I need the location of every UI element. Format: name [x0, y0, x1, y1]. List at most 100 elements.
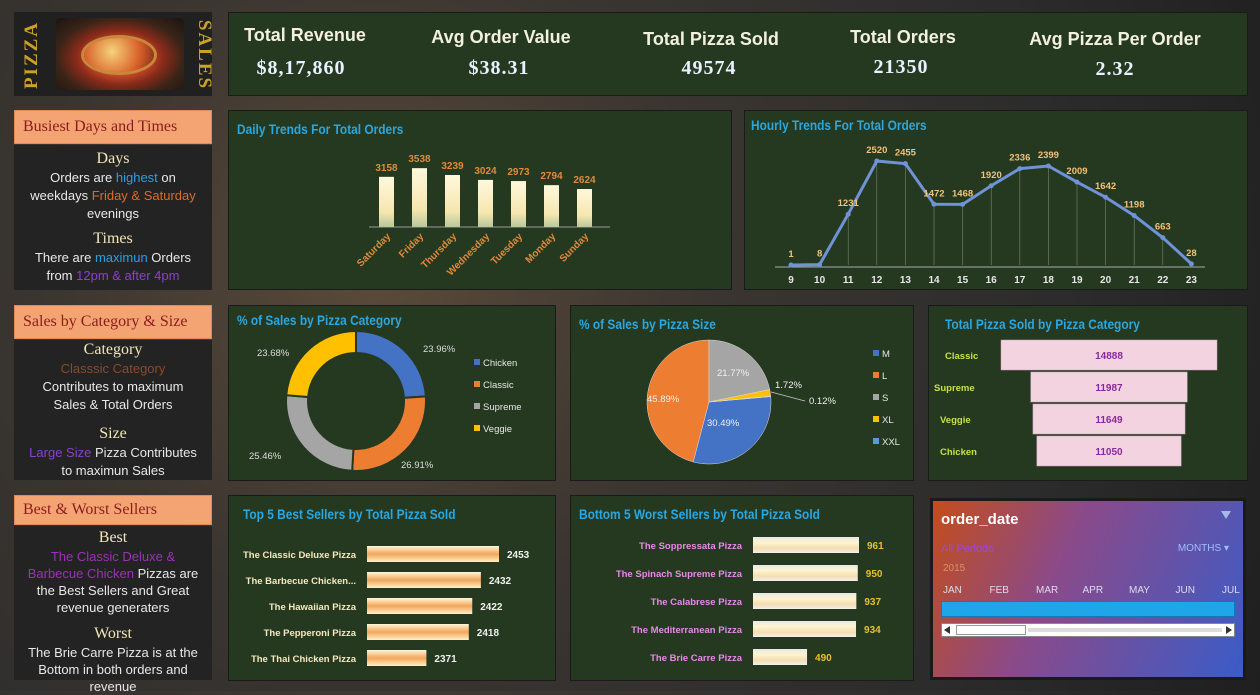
- times-text-c: Orders: [147, 250, 192, 265]
- hourly-point: [1074, 179, 1080, 185]
- daily-value-label: 3239: [441, 161, 464, 172]
- hourly-value-label: 1231: [838, 198, 860, 209]
- bottom5-value-label: 961: [867, 541, 884, 552]
- category-panel: % of Sales by Pizza Category 23.96% Chick…: [228, 305, 556, 481]
- hourly-point: [817, 262, 823, 268]
- sold-category-label: Chicken: [940, 447, 977, 458]
- order-date-slicer[interactable]: order_date All Periods MONTHS ▾ 2015 JAN…: [930, 498, 1246, 680]
- worst-heading: Worst: [94, 625, 132, 642]
- days-text-a: Orders are: [50, 170, 116, 185]
- size-chart: 30.49% M 45.89% L 21.77% S 1.72% XL 0.12% XXL: [646, 339, 900, 465]
- best-heading: Best: [98, 529, 128, 546]
- hourly-x-tick: 21: [1129, 275, 1141, 286]
- hourly-chart: 1981012311125201224551314721414681519201…: [775, 145, 1205, 286]
- hourly-point: [988, 183, 994, 189]
- category-legend-swatch: [474, 381, 480, 387]
- scroll-right-icon[interactable]: [1226, 626, 1232, 634]
- category-legend-label: Veggie: [483, 424, 512, 435]
- category-legend-swatch: [474, 425, 480, 431]
- daily-chart: 3158Saturday3538Friday3239Thursday3024We…: [355, 154, 610, 278]
- hourly-value-label: 2455: [895, 148, 917, 159]
- hourly-value-label: 1920: [981, 170, 1002, 181]
- hourly-x-tick: 17: [1014, 275, 1026, 286]
- timeline-scrollbar[interactable]: [941, 623, 1235, 637]
- daily-category-label: Monday: [524, 231, 559, 266]
- category-value-label: 25.46%: [249, 451, 282, 462]
- months-dropdown[interactable]: MONTHS ▾: [1178, 543, 1229, 554]
- daily-category-label: Sunday: [558, 231, 592, 265]
- scroll-left-icon[interactable]: [944, 626, 950, 634]
- category-legend-swatch: [474, 403, 480, 409]
- month-label[interactable]: MAY: [1129, 585, 1150, 596]
- bottom5-category-label: The Brie Carre Pizza: [650, 653, 743, 664]
- size-legend-swatch: [873, 438, 879, 444]
- clear-filter-icon[interactable]: [1221, 511, 1231, 519]
- category-slice: [355, 329, 427, 399]
- top5-category-label: The Hawaiian Pizza: [269, 602, 357, 613]
- times-text-b: maximun: [94, 250, 148, 265]
- hourly-point: [845, 211, 851, 217]
- bottom5-value-label: 937: [864, 597, 881, 608]
- bottom5-chart: 961 The Soppressata Pizza 950 The Spinach S…: [616, 537, 884, 665]
- month-label[interactable]: FEB: [990, 585, 1009, 596]
- timeline-bar[interactable]: [941, 601, 1235, 617]
- hourly-value-label: 1198: [1124, 200, 1145, 211]
- hourly-point: [1188, 261, 1194, 267]
- top5-category-label: The Thai Chicken Pizza: [251, 654, 357, 665]
- scroll-thumb[interactable]: [956, 625, 1026, 635]
- daily-bar: [577, 189, 592, 227]
- month-label[interactable]: JUL: [1222, 585, 1240, 596]
- hourly-value-label: 2520: [866, 145, 887, 156]
- bottom5-category-label: The Soppressata Pizza: [639, 541, 743, 552]
- top5-value-label: 2453: [507, 550, 530, 561]
- top5-value-label: 2371: [434, 654, 457, 665]
- top5-bar: [367, 624, 469, 640]
- days-line-1: Orders are highest on: [14, 169, 212, 187]
- bottom5-category-label: The Mediterranean Pizza: [631, 625, 743, 636]
- daily-bar: [379, 176, 394, 227]
- size-value-label: 21.77%: [717, 368, 750, 379]
- kpi-value-total-orders: 21350: [873, 56, 929, 78]
- best-text-b: Barbecue Chicken: [27, 566, 134, 581]
- days-heading: Days: [96, 150, 130, 167]
- days-text-e: Friday & Saturday: [91, 188, 196, 203]
- side-body-category: Category Classsic Category Contributes t…: [14, 340, 212, 480]
- sold-category-label: Veggie: [940, 415, 971, 426]
- hourly-point: [788, 262, 794, 268]
- hourly-point: [1017, 166, 1023, 172]
- month-label[interactable]: JUN: [1176, 585, 1195, 596]
- side-head-category: Sales by Category & Size: [14, 305, 212, 339]
- top5-bar: [367, 650, 427, 666]
- top5-panel: Top 5 Best Sellers by Total Pizza Sold 2…: [228, 495, 556, 681]
- times-line-2: from 12pm & after 4pm: [14, 267, 212, 285]
- hourly-panel: Hourly Trends For Total Orders 1 9 8 10 1231…: [744, 110, 1248, 290]
- sold-value-label: 11987: [1095, 383, 1123, 394]
- size-text-c: to maximun Sales: [61, 463, 165, 478]
- kpi-strip: Total Revenue $8,17,860 Avg Order Value …: [228, 12, 1248, 96]
- month-label[interactable]: JAN: [943, 585, 962, 596]
- category-legend-swatch: [474, 359, 480, 365]
- month-label[interactable]: APR: [1083, 585, 1104, 596]
- bottom5-panel: Bottom 5 Worst Sellers by Total Pizza So…: [570, 495, 914, 681]
- hourly-point: [1160, 235, 1166, 241]
- bottom5-bar: [753, 621, 857, 637]
- size-legend-swatch: [873, 416, 879, 422]
- bottom5-value-label: 950: [866, 569, 883, 580]
- hourly-point: [1131, 213, 1137, 219]
- size-legend-swatch: [873, 394, 879, 400]
- times-text-a: There are: [34, 250, 95, 265]
- slicer-title: order_date: [941, 511, 1019, 528]
- hourly-value-label: 2009: [1066, 166, 1087, 177]
- kpi-value-avg-order: $38.31: [468, 57, 530, 79]
- side-head-busiest: Busiest Days and Times: [14, 110, 212, 144]
- month-label[interactable]: MAR: [1036, 585, 1058, 596]
- hourly-value-label: 1642: [1095, 181, 1116, 192]
- hourly-x-tick: 12: [871, 275, 883, 286]
- days-text-b: highest: [115, 170, 158, 185]
- worst-text-a: The Brie Carre Pizza is at the: [28, 645, 198, 660]
- best-text-c: Pizzas are: [133, 566, 199, 581]
- category-legend-label: Supreme: [483, 402, 522, 413]
- top5-value-label: 2418: [477, 628, 500, 639]
- category-text-b: Contributes to maximum: [42, 379, 184, 394]
- hourly-x-tick: 14: [928, 275, 940, 286]
